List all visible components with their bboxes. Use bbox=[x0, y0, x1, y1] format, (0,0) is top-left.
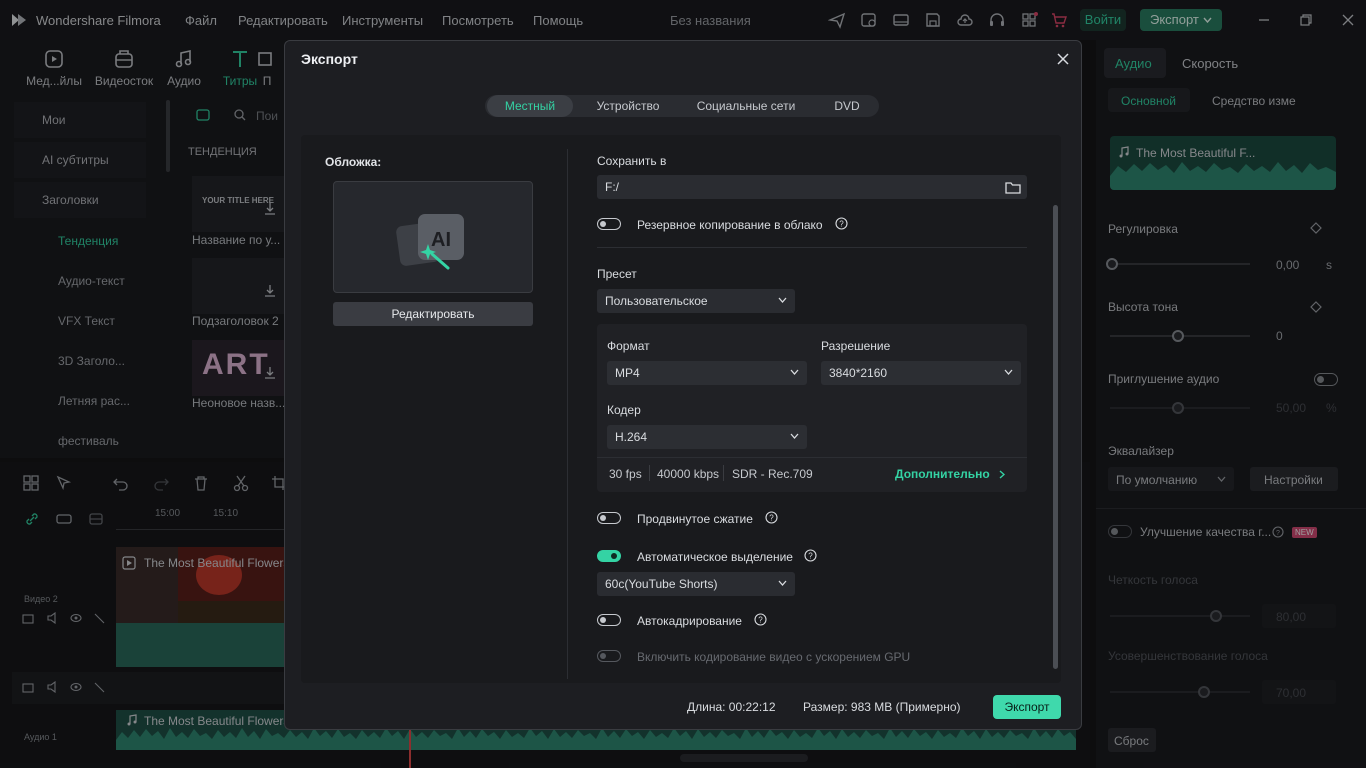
folder-icon[interactable] bbox=[1005, 180, 1021, 194]
svg-text:?: ? bbox=[769, 514, 774, 523]
resolution-value: 3840*2160 bbox=[829, 366, 888, 380]
format-divider bbox=[597, 457, 1027, 458]
encoder-value: H.264 bbox=[615, 430, 648, 444]
fps-value: 30 fps bbox=[609, 467, 642, 481]
chevron-down-icon bbox=[790, 433, 799, 439]
save-to-label: Сохранить в bbox=[597, 154, 667, 168]
color-space-value: SDR - Rec.709 bbox=[732, 467, 813, 481]
chevron-down-icon bbox=[778, 297, 787, 303]
advanced-settings-label: Дополнительно bbox=[895, 467, 990, 481]
highlight-duration-value: 60с(YouTube Shorts) bbox=[605, 577, 718, 591]
advanced-compress-toggle[interactable] bbox=[597, 512, 621, 524]
preset-value: Пользовательское bbox=[605, 294, 708, 308]
auto-highlight-label: Автоматическое выделение bbox=[637, 550, 793, 564]
cover-thumbnail[interactable]: AI bbox=[333, 181, 533, 293]
auto-reframe-toggle[interactable] bbox=[597, 614, 621, 626]
tab-social[interactable]: Социальные сети bbox=[681, 95, 811, 117]
duration-info: Длина: 00:22:12 bbox=[687, 700, 776, 714]
section-divider bbox=[597, 247, 1027, 248]
preset-dropdown[interactable]: Пользовательское bbox=[597, 289, 795, 313]
ai-badge-text: AI bbox=[431, 229, 451, 251]
svg-text:?: ? bbox=[839, 220, 844, 229]
chevron-right-icon bbox=[999, 470, 1006, 479]
advanced-compress-label: Продвинутое сжатие bbox=[637, 512, 753, 526]
help-circle-icon[interactable]: ? bbox=[835, 217, 848, 230]
dialog-title: Экспорт bbox=[301, 51, 358, 67]
cover-label: Обложка: bbox=[325, 155, 382, 169]
meta-separator bbox=[723, 465, 724, 481]
format-label: Формат bbox=[607, 339, 650, 353]
auto-highlight-toggle[interactable] bbox=[597, 550, 621, 562]
cloud-backup-label: Резервное копирование в облако bbox=[637, 218, 823, 232]
auto-reframe-label: Автокадрирование bbox=[637, 614, 742, 628]
tab-dvd[interactable]: DVD bbox=[817, 95, 877, 117]
format-value: MP4 bbox=[615, 366, 640, 380]
save-path-field[interactable]: F:/ bbox=[597, 175, 1027, 199]
export-button[interactable]: Экспорт bbox=[993, 695, 1061, 719]
svg-text:?: ? bbox=[758, 616, 763, 625]
bitrate-value: 40000 kbps bbox=[657, 467, 720, 481]
save-path-value: F:/ bbox=[605, 180, 619, 194]
export-target-tabs: Местный Устройство Социальные сети DVD bbox=[485, 95, 879, 117]
help-circle-icon[interactable]: ? bbox=[754, 613, 767, 626]
cloud-backup-toggle[interactable] bbox=[597, 218, 621, 230]
size-info: Размер: 983 MB (Примерно) bbox=[803, 700, 961, 714]
dialog-scrollbar[interactable] bbox=[1053, 205, 1058, 669]
encoder-dropdown[interactable]: H.264 bbox=[607, 425, 807, 449]
chevron-down-icon bbox=[1004, 369, 1013, 375]
preset-label: Пресет bbox=[597, 267, 637, 281]
close-icon[interactable] bbox=[1055, 51, 1071, 67]
export-dialog: Экспорт Местный Устройство Социальные се… bbox=[284, 40, 1082, 730]
resolution-dropdown[interactable]: 3840*2160 bbox=[821, 361, 1021, 385]
vertical-divider bbox=[567, 149, 568, 679]
chevron-down-icon bbox=[790, 369, 799, 375]
gpu-encode-toggle[interactable] bbox=[597, 650, 621, 662]
highlight-duration-dropdown[interactable]: 60с(YouTube Shorts) bbox=[597, 572, 795, 596]
encoder-label: Кодер bbox=[607, 403, 641, 417]
advanced-settings-link[interactable]: Дополнительно bbox=[895, 467, 1006, 481]
ai-magic-icon: AI bbox=[396, 214, 464, 270]
tab-local[interactable]: Местный bbox=[487, 95, 573, 117]
format-dropdown[interactable]: MP4 bbox=[607, 361, 807, 385]
meta-separator bbox=[649, 465, 650, 481]
tab-device[interactable]: Устройство bbox=[579, 95, 677, 117]
help-circle-icon[interactable]: ? bbox=[765, 511, 778, 524]
edit-cover-button[interactable]: Редактировать bbox=[333, 302, 533, 326]
resolution-label: Разрешение bbox=[821, 339, 891, 353]
svg-text:?: ? bbox=[808, 552, 813, 561]
chevron-down-icon bbox=[778, 580, 787, 586]
gpu-encode-label: Включить кодирование видео с ускорением … bbox=[637, 650, 911, 664]
help-circle-icon[interactable]: ? bbox=[804, 549, 817, 562]
